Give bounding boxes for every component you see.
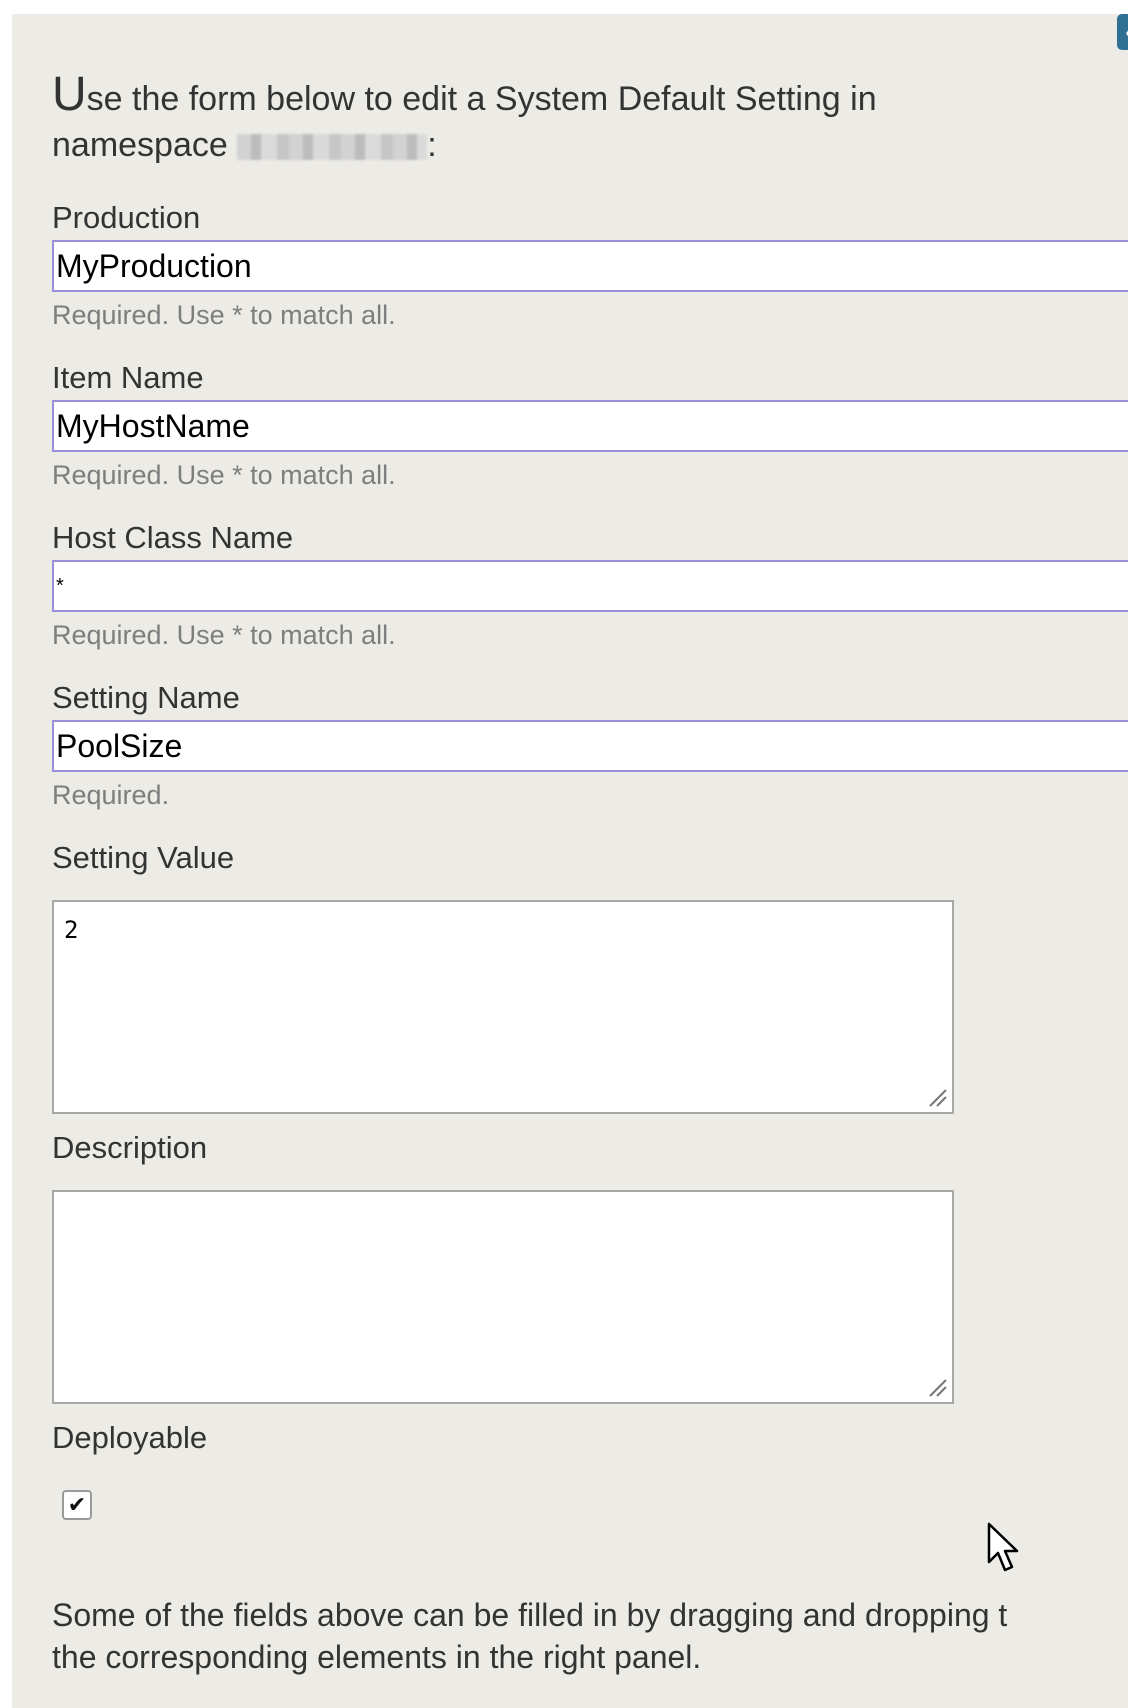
production-label: Production [52, 200, 201, 235]
deployable-checkbox[interactable]: ✔ [62, 1490, 92, 1520]
production-hint: Required. Use * to match all. [52, 300, 396, 330]
description-label: Description [52, 1130, 208, 1165]
resize-grip-icon[interactable] [926, 1086, 948, 1108]
chevron-left-icon: ❮ [1123, 19, 1128, 44]
help-line-2: the corresponding elements in the right … [52, 1639, 702, 1675]
form-intro-text: Use the form below to edit a System Defa… [52, 71, 1052, 168]
redacted-namespace [237, 134, 428, 160]
settings-form-panel: ❮ Use the form below to edit a System De… [12, 14, 1128, 1708]
resize-grip-icon[interactable] [926, 1376, 948, 1398]
collapse-panel-button[interactable]: ❮ [1117, 14, 1128, 50]
intro-line-2-prefix: namespace [52, 126, 238, 164]
production-input[interactable] [52, 240, 1128, 292]
setting-name-input[interactable] [52, 720, 1128, 772]
description-textarea[interactable] [52, 1190, 954, 1404]
mouse-pointer-icon [987, 1522, 1019, 1572]
intro-line-1: se the form below to edit a System Defau… [86, 80, 877, 118]
intro-line-2-suffix: : [427, 126, 437, 164]
drag-drop-help-text: Some of the fields above can be filled i… [52, 1594, 1128, 1678]
item-name-hint: Required. Use * to match all. [52, 460, 396, 490]
setting-name-hint: Required. [52, 780, 170, 810]
deployable-label: Deployable [52, 1420, 208, 1455]
help-line-1: Some of the fields above can be filled i… [52, 1597, 1008, 1633]
setting-name-label: Setting Name [52, 680, 240, 715]
setting-value-label: Setting Value [52, 840, 235, 875]
host-class-name-input[interactable] [52, 560, 1128, 612]
item-name-label: Item Name [52, 360, 204, 395]
host-class-name-hint: Required. Use * to match all. [52, 620, 396, 650]
item-name-input[interactable] [52, 400, 1128, 452]
host-class-name-label: Host Class Name [52, 520, 294, 555]
intro-first-letter: U [52, 68, 87, 121]
setting-value-textarea[interactable]: 2 [52, 900, 954, 1114]
checkmark-icon: ✔ [67, 1492, 87, 1517]
